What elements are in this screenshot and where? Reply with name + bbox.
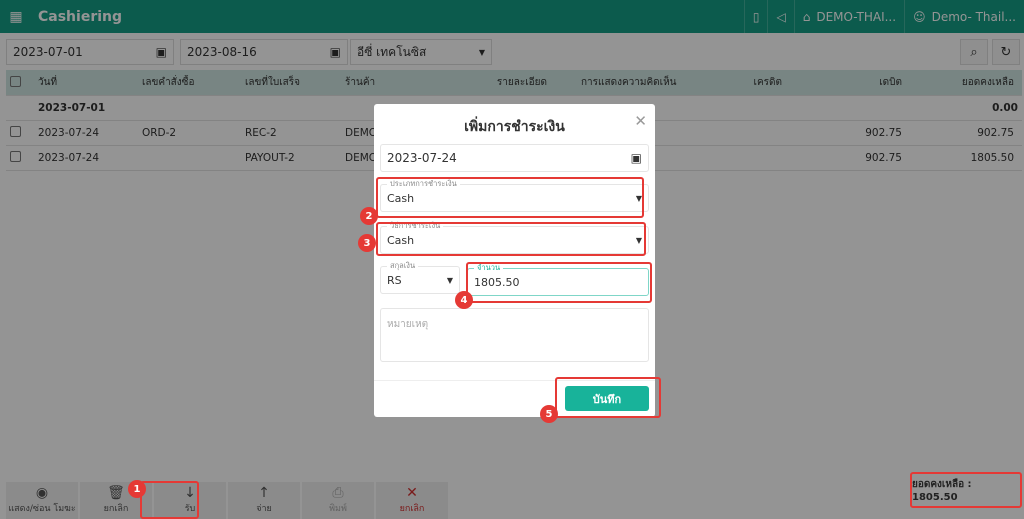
note-textarea[interactable]: หมายเหตุ	[380, 308, 649, 362]
payment-date-field[interactable]: 2023-07-24 ▣	[380, 144, 649, 172]
currency-value: RS	[387, 273, 402, 287]
close-icon[interactable]: ✕	[634, 112, 647, 130]
chevron-down-icon: ▼	[446, 275, 453, 285]
highlight-save	[555, 377, 661, 418]
highlight-payment-method	[376, 222, 646, 256]
step-badge-1: 1	[128, 480, 146, 498]
payment-date-value: 2023-07-24	[387, 151, 457, 165]
currency-select[interactable]: สกุลเงิน RS ▼	[380, 260, 460, 294]
step-badge-3: 3	[358, 234, 376, 252]
balance-text: ยอดคงเหลือ : 1805.50	[912, 479, 972, 503]
step-badge-4: 4	[455, 291, 473, 309]
add-payment-modal: เพิ่มการชำระเงิน ✕ 2023-07-24 ▣ ประเภทการ…	[374, 104, 655, 417]
step-badge-2: 2	[360, 207, 378, 225]
step-badge-5: 5	[540, 405, 558, 423]
calendar-icon[interactable]: ▣	[631, 151, 642, 165]
modal-title: เพิ่มการชำระเงิน	[464, 119, 565, 135]
note-placeholder: หมายเหตุ	[387, 319, 429, 330]
balance-summary: ยอดคงเหลือ : 1805.50	[910, 472, 1022, 508]
currency-label: สกุลเงิน	[387, 260, 419, 272]
highlight-payment-type	[376, 177, 644, 218]
highlight-receive	[140, 481, 199, 519]
highlight-amount	[466, 262, 652, 303]
